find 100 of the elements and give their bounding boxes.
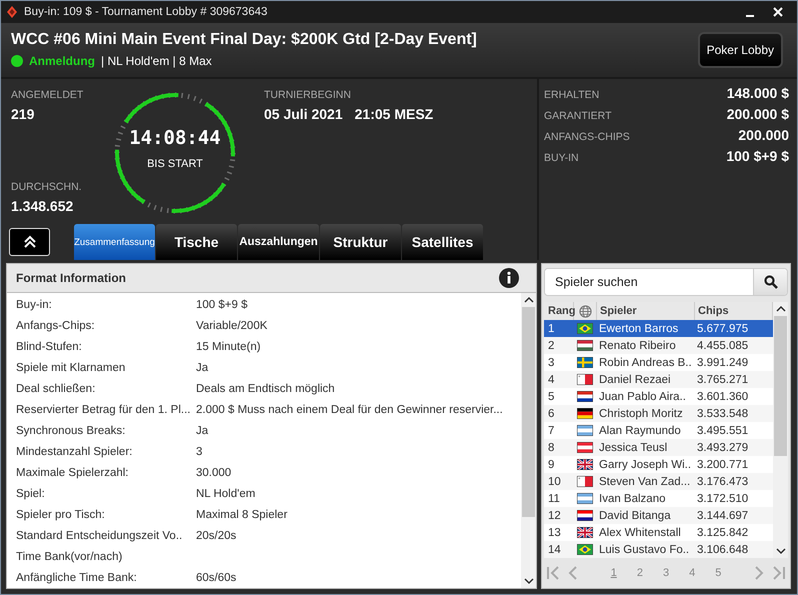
info-label: Maximale Spielerzahl:	[16, 466, 130, 478]
rank-cell-text: 14	[547, 544, 562, 556]
tab[interactable]: Zusammenfassung	[74, 224, 155, 260]
collapse-button[interactable]	[9, 228, 50, 256]
stat-value: 1.348.652	[11, 198, 74, 214]
info-label: Mindestanzahl Spieler:	[16, 446, 134, 458]
info-value: 100 $+9 $	[196, 298, 248, 310]
info-value: NL Hold'em	[196, 488, 256, 500]
info-value: Variable/200K	[196, 320, 268, 332]
player-name-cell-text: Ewerton Barros	[598, 322, 680, 334]
flag-icon	[577, 527, 593, 538]
start-time: 21:05 MESZ	[354, 106, 434, 122]
scroll-up-icon[interactable]	[524, 296, 534, 304]
chips-cell-text: 3.144.697	[696, 510, 750, 522]
tab[interactable]: Auszahlungen	[238, 224, 319, 260]
minimize-icon	[746, 14, 754, 17]
rank-cell-text: 10	[547, 476, 562, 488]
info-label: Buy-in:	[16, 298, 53, 310]
info-value: Deals am Endtisch möglich	[196, 382, 335, 394]
player-name-cell-text: Juan Pablo Aira..	[598, 390, 687, 402]
prize-value: 100 $+9 $	[726, 148, 789, 164]
flag-icon	[577, 374, 593, 385]
status-dot	[11, 55, 23, 68]
flag-icon	[577, 425, 593, 436]
flag-icon	[577, 442, 593, 453]
prize-label: ANFANGS-CHIPS	[544, 131, 630, 144]
diamond-logo-icon	[7, 6, 17, 18]
player-name-cell-text: Steven Van Zad...	[598, 476, 692, 488]
info-label: Spiele mit Klarnamen	[16, 362, 126, 374]
info-label: Reservierter Betrag für den 1. Pl...	[16, 404, 192, 416]
scroll-up-icon[interactable]	[776, 305, 786, 313]
chips-cell-text: 3.495.551	[696, 424, 750, 436]
rank-cell-text: 6	[547, 408, 556, 420]
chips-cell-text: 4.455.085	[696, 340, 750, 352]
rank-cell-text: 4	[547, 374, 556, 386]
rank-cell-text: 5	[547, 390, 556, 402]
flag-icon	[577, 544, 593, 555]
chips-cell-text: 5.677.975	[696, 322, 750, 334]
player-name-cell-text: Alan Raymundo	[598, 424, 682, 436]
scrollbar[interactable]	[521, 293, 536, 588]
player-row[interactable]: 8 Jessica Teusl 3.493.279	[544, 439, 773, 456]
search-icon	[764, 275, 778, 289]
player-row[interactable]: 14 Luis Gustavo Fo.. 3.106.648	[544, 541, 773, 558]
info-value: Maximal 8 Spieler	[196, 508, 288, 520]
info-value: 20s/20s	[196, 530, 236, 542]
player-row[interactable]: 12 David Bitanga 3.144.697	[544, 507, 773, 524]
player-name-cell-text: Christoph Moritz	[598, 408, 684, 420]
double-chevron-up-icon	[22, 235, 36, 249]
player-row[interactable]: 4 Daniel Rezaei 3.765.271	[544, 371, 773, 388]
stat-label: ANGEMELDET	[11, 89, 84, 102]
player-row[interactable]: 6 Christoph Moritz 3.533.548	[544, 405, 773, 422]
tournament-title: WCC #06 Mini Main Event Final Day: $200K Gtd [2-Day Event]	[11, 31, 478, 50]
rank-cell-text: 9	[547, 458, 556, 470]
poker-lobby-button[interactable]: Poker Lobby	[698, 32, 783, 68]
flag-icon	[577, 493, 593, 504]
rank-cell-text: 11	[547, 492, 561, 504]
flag-icon	[577, 459, 593, 470]
info-value: 2.000 $ Muss nach einem Deal für den Gewinner reservier...	[196, 404, 503, 416]
panel-title: Format Information	[16, 271, 126, 285]
info-value: 60s/60s	[196, 572, 236, 584]
scrollbar[interactable]	[773, 302, 788, 558]
rank-cell-text: 13	[547, 526, 562, 538]
game-details: | NL Hold'em | 8 Max	[101, 54, 212, 68]
prize-value: 200.000	[738, 127, 789, 144]
player-name-cell-text: Alex Whitenstall	[598, 526, 682, 538]
player-name-cell-text: Robin Andreas B..	[598, 356, 693, 368]
flag-icon	[577, 357, 593, 368]
search-field[interactable]: Spieler suchen	[544, 268, 788, 296]
info-icon[interactable]	[499, 268, 519, 288]
chips-cell-text: 3.200.771	[696, 458, 750, 470]
countdown-timer: 14:08:44	[128, 127, 222, 150]
scroll-down-icon[interactable]	[524, 577, 534, 585]
scroll-down-icon[interactable]	[776, 547, 786, 555]
player-row[interactable]: 2 Renato Ribeiro 4.455.085	[544, 337, 773, 354]
flag-icon	[577, 340, 593, 351]
info-label: Spiel:	[16, 488, 46, 500]
globe-icon[interactable]	[578, 304, 592, 318]
prize-value: 148.000 $	[726, 85, 789, 102]
tab[interactable]: Satellites	[402, 224, 483, 260]
prize-value: 200.000 $	[726, 106, 789, 122]
info-value: Ja	[196, 424, 208, 436]
flag-icon	[577, 391, 593, 402]
info-label: Deal schließen:	[16, 382, 96, 394]
countdown-label: BIS START	[146, 158, 204, 170]
search-button[interactable]	[753, 269, 787, 295]
flag-icon	[577, 323, 593, 334]
tab[interactable]: Tische	[156, 224, 237, 260]
chips-cell-text: 3.125.842	[696, 526, 750, 538]
info-label: Synchronous Breaks:	[16, 424, 126, 436]
player-name-cell-text: Ivan Balzano	[598, 492, 666, 504]
tab[interactable]: Struktur	[320, 224, 401, 260]
player-row[interactable]: 1 Ewerton Barros 5.677.975	[544, 320, 773, 337]
rank-cell-text: 1	[547, 322, 556, 334]
chips-cell-text: 3.991.249	[696, 356, 750, 368]
chips-cell-text: 3.601.360	[696, 390, 750, 402]
player-name-cell-text: Jessica Teusl	[598, 442, 668, 454]
rank-cell-text: 8	[547, 442, 556, 454]
prize-label: BUY-IN	[544, 152, 579, 164]
player-row[interactable]: 10 Steven Van Zad... 3.176.473	[544, 473, 773, 490]
chips-cell-text: 3.176.473	[696, 476, 750, 488]
